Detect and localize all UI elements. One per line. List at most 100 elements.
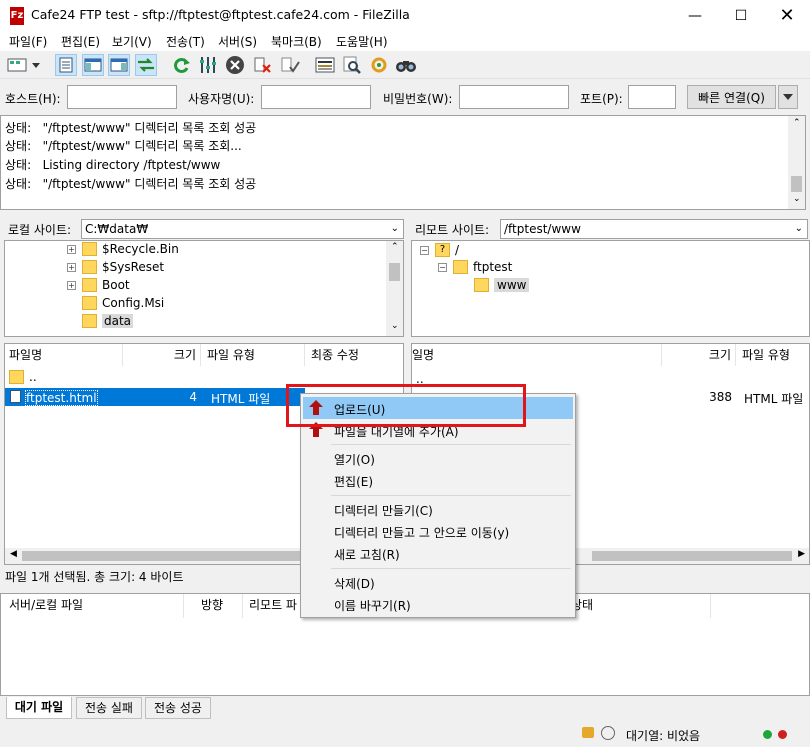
log-scrollbar[interactable]: ⌃ ⌄ <box>788 116 805 209</box>
folder-icon <box>82 296 97 310</box>
list-item[interactable]: .. <box>9 370 37 384</box>
chevron-down-icon[interactable]: ⌄ <box>391 220 399 238</box>
status-bar: 대기열: 비었음 <box>0 722 810 747</box>
collapse-icon: − <box>420 245 429 255</box>
sync-browsing-icon[interactable] <box>368 54 390 76</box>
user-input[interactable] <box>261 85 371 109</box>
tab-failed-transfers[interactable]: 전송 실패 <box>76 697 142 719</box>
unknown-folder-icon: ? <box>435 243 450 257</box>
context-item-open[interactable]: 열기(O) <box>334 451 375 468</box>
directory-listing-filter-icon[interactable] <box>314 54 336 76</box>
column-header-direction[interactable]: 방향 <box>201 594 243 618</box>
activity-led-icon <box>778 730 787 739</box>
context-item-create-directory[interactable]: 디렉터리 만들기(C) <box>334 502 433 519</box>
expand-icon: + <box>67 280 76 290</box>
expand-icon: + <box>67 262 76 272</box>
minimize-icon[interactable]: — <box>672 0 718 31</box>
folder-icon <box>82 314 97 328</box>
menu-bar: 파일(F) 편집(E) 보기(V) 전송(T) 서버(S) 북마크(B) 도움말… <box>0 31 810 51</box>
local-path-combo[interactable]: C:₩data₩ ⌄ <box>81 219 404 239</box>
context-item-create-and-enter[interactable]: 디렉터리 만들고 그 안으로 이동(y) <box>334 524 509 541</box>
port-input[interactable] <box>628 85 676 109</box>
refresh-icon[interactable] <box>170 54 192 76</box>
tree-item[interactable]: + Boot <box>67 278 130 292</box>
queue-status: 대기열: 비었음 <box>626 729 701 743</box>
tree-item[interactable]: Config.Msi <box>82 296 164 310</box>
cancel-icon[interactable] <box>224 54 246 76</box>
context-item-refresh[interactable]: 새로 고침(R) <box>334 546 400 563</box>
tree-item[interactable]: − ftptest <box>438 260 512 274</box>
host-input[interactable] <box>67 85 177 109</box>
menu-file[interactable]: 파일(F) <box>9 33 47 50</box>
menu-separator <box>331 444 571 445</box>
remote-path-combo[interactable]: /ftptest/www ⌄ <box>500 219 808 239</box>
toggle-log-icon[interactable] <box>55 54 77 76</box>
log-line: 상태: "/ftptest/www" 디렉터리 목록 조회... <box>5 139 242 153</box>
menu-transfer[interactable]: 전송(T) <box>166 33 205 50</box>
column-header-name[interactable]: 일명 <box>412 344 662 366</box>
process-queue-icon[interactable] <box>197 54 219 76</box>
menu-help[interactable]: 도움말(H) <box>336 33 388 50</box>
column-header-size[interactable]: 크기 <box>123 344 201 366</box>
tree-item[interactable]: + $SysReset <box>67 260 164 274</box>
activity-led-icon <box>763 730 772 739</box>
context-item-edit[interactable]: 편집(E) <box>334 473 373 490</box>
context-item-delete[interactable]: 삭제(D) <box>334 575 375 592</box>
folder-icon <box>453 260 468 274</box>
local-site-bar: 로컬 사이트: C:₩data₩ ⌄ <box>4 217 404 239</box>
speed-limit-icon[interactable] <box>601 726 615 740</box>
reconnect-icon[interactable] <box>279 54 301 76</box>
disconnect-icon[interactable] <box>252 54 274 76</box>
tree-item[interactable]: −? / <box>420 243 459 257</box>
quickconnect-button[interactable]: 빠른 연결(Q) <box>687 85 776 109</box>
folder-icon <box>82 242 97 256</box>
tree-item[interactable]: + $Recycle.Bin <box>67 242 179 256</box>
password-label: 비밀번호(W): <box>383 92 453 106</box>
column-header-modified[interactable]: 최종 수정 <box>311 344 403 366</box>
toolbar <box>0 51 810 79</box>
remote-site-label: 리모트 사이트: <box>415 223 490 237</box>
menu-server[interactable]: 서버(S) <box>218 33 257 50</box>
column-header-name[interactable]: 파일명 <box>9 344 123 366</box>
toggle-queue-icon[interactable] <box>135 54 157 76</box>
tab-queued-files[interactable]: 대기 파일 <box>6 697 72 719</box>
chevron-down-icon[interactable]: ⌄ <box>795 220 803 238</box>
tree-item-selected[interactable]: www <box>474 278 530 292</box>
filezilla-app-icon: Fz <box>10 7 24 25</box>
close-icon[interactable]: ✕ <box>764 0 810 31</box>
remote-path: /ftptest/www <box>504 222 581 236</box>
local-site-label: 로컬 사이트: <box>8 223 72 237</box>
remote-site-bar: 리모트 사이트: /ftptest/www ⌄ <box>411 217 810 239</box>
menu-edit[interactable]: 편집(E) <box>61 33 100 50</box>
site-manager-icon[interactable] <box>5 54 41 76</box>
menu-separator <box>331 568 571 569</box>
folder-icon <box>474 278 489 292</box>
search-icon[interactable] <box>395 54 417 76</box>
compare-icon[interactable] <box>341 54 363 76</box>
folder-icon <box>9 370 24 384</box>
log-line: 상태: Listing directory /ftptest/www <box>5 158 221 172</box>
password-input[interactable] <box>459 85 569 109</box>
column-header-status[interactable]: 상태 <box>571 594 711 618</box>
maximize-icon[interactable]: ☐ <box>718 0 764 31</box>
host-label: 호스트(H): <box>5 92 61 106</box>
collapse-icon: − <box>438 262 447 272</box>
toggle-remote-tree-icon[interactable] <box>108 54 130 76</box>
lock-icon <box>582 727 594 738</box>
list-item-selected[interactable]: ftptest.html 4 HTML 파일 <box>5 388 305 406</box>
tree-item-selected[interactable]: data <box>82 314 134 328</box>
local-directory-tree: + $Recycle.Bin + $SysReset + Boot Config.Ms… <box>4 240 404 337</box>
menu-view[interactable]: 보기(V) <box>112 33 152 50</box>
local-tree-scrollbar[interactable]: ⌃ ⌄ <box>386 241 403 336</box>
context-item-rename[interactable]: 이름 바꾸기(R) <box>334 597 411 614</box>
tab-successful-transfers[interactable]: 전송 성공 <box>145 697 211 719</box>
column-header-size[interactable]: 크기 <box>662 344 736 366</box>
expand-icon: + <box>67 244 76 254</box>
quickconnect-dropdown-icon[interactable] <box>778 85 798 109</box>
toggle-local-tree-icon[interactable] <box>82 54 104 76</box>
remote-directory-tree: −? / − ftptest www <box>411 240 810 337</box>
column-header-type[interactable]: 파일 유형 <box>207 344 305 366</box>
column-header-type[interactable]: 파일 유형 <box>742 344 810 366</box>
column-header-file[interactable]: 서버/로컬 파일 <box>9 594 184 618</box>
menu-bookmark[interactable]: 북마크(B) <box>271 33 322 50</box>
